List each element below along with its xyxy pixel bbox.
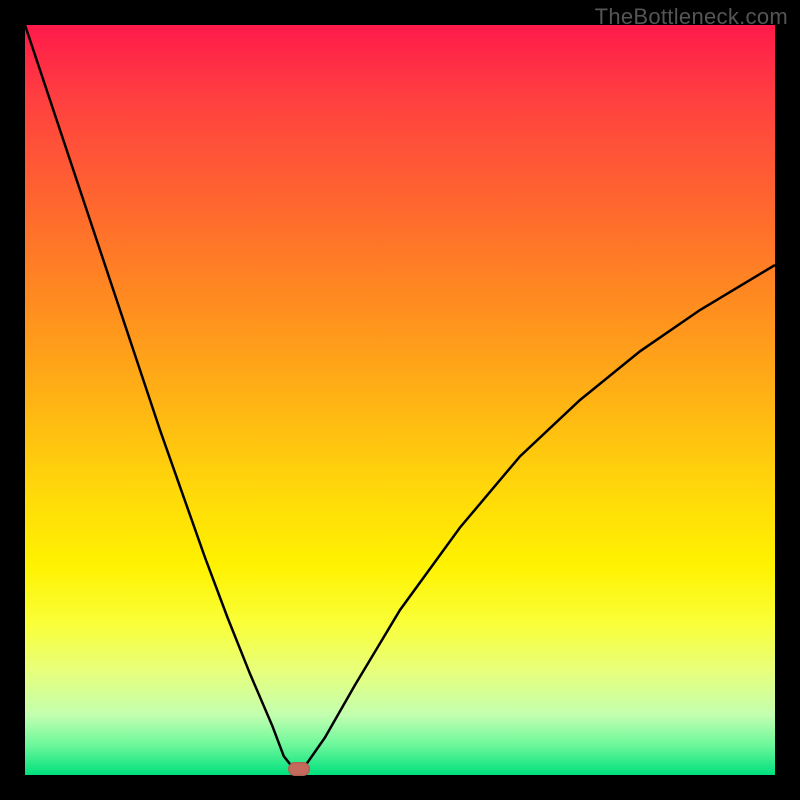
bottleneck-curve [25,25,775,775]
chart-area [25,25,775,775]
watermark-text: TheBottleneck.com [595,4,788,30]
optimal-point-marker [288,762,310,776]
